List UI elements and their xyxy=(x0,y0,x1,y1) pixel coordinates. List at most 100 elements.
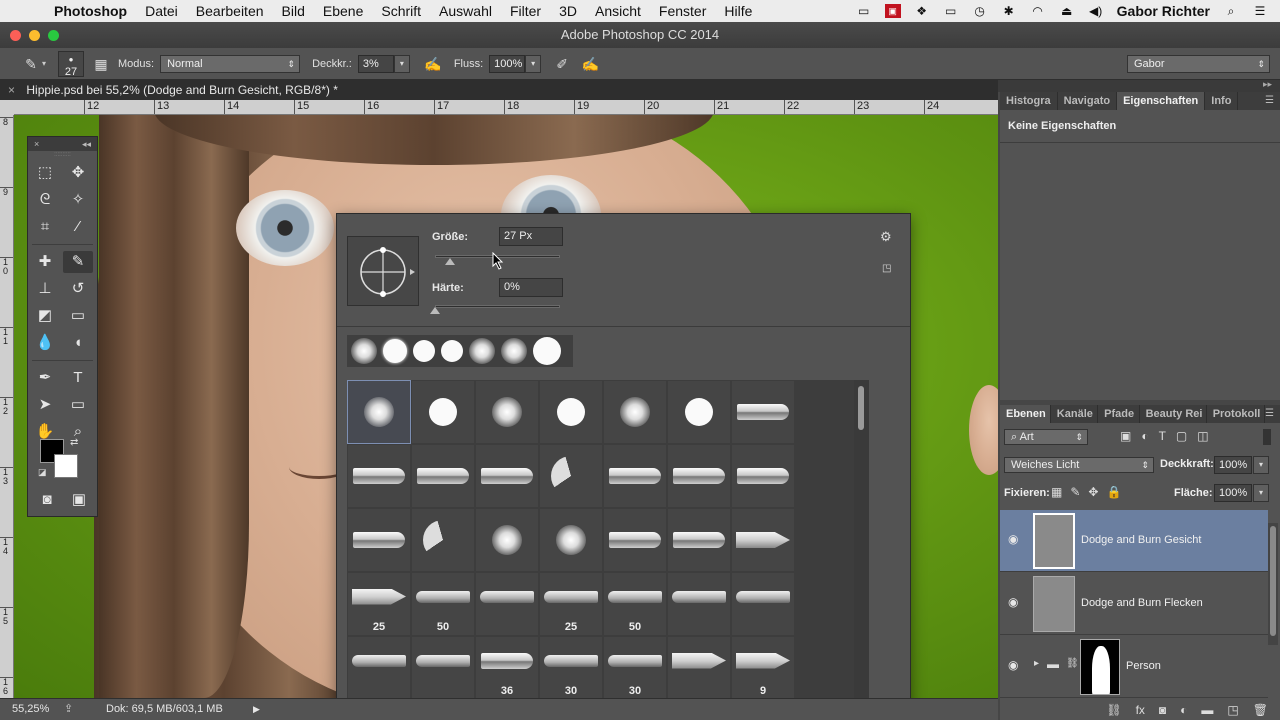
quick-selection-tool-icon[interactable]: ✧ xyxy=(63,189,93,211)
recent-brush[interactable] xyxy=(413,340,435,362)
flow-dropdown[interactable]: ▾ xyxy=(525,54,542,73)
brush-preset[interactable] xyxy=(411,508,475,572)
brush-preset[interactable] xyxy=(667,380,731,444)
recent-brush[interactable] xyxy=(533,337,561,365)
pressure-opacity-icon[interactable]: ✍ xyxy=(422,53,444,75)
status-menu-arrow-icon[interactable]: ▶ xyxy=(253,699,260,720)
vertical-ruler[interactable]: 8 9 1 0 1 1 1 2 1 3 1 4 1 5 1 6 xyxy=(0,115,14,698)
fill-input[interactable]: 100% xyxy=(1214,484,1252,502)
tab-info[interactable]: Info xyxy=(1205,92,1239,110)
tab-navigator[interactable]: Navigato xyxy=(1058,92,1118,110)
layers-scrollbar[interactable] xyxy=(1268,523,1278,645)
link-layers-icon[interactable]: ⛓ xyxy=(1106,703,1121,717)
layer-opacity-dropdown[interactable]: ▾ xyxy=(1253,456,1269,474)
healing-brush-tool-icon[interactable]: ✚ xyxy=(30,251,60,273)
opacity-input[interactable]: 3% xyxy=(357,54,394,73)
adobe-icon[interactable]: ▣ xyxy=(884,4,901,18)
pen-tool-icon[interactable]: ✒ xyxy=(30,367,60,389)
brush-preset[interactable] xyxy=(603,508,667,572)
layer-person[interactable]: ◉ ▸ ▬ ⛓ Person xyxy=(1000,636,1268,698)
gradient-tool-icon[interactable]: ▭ xyxy=(63,305,93,327)
brush-preset[interactable] xyxy=(347,444,411,508)
mask-thumbnail[interactable] xyxy=(1080,639,1120,695)
blend-mode-select[interactable]: Weiches Licht xyxy=(1004,457,1154,473)
brush-preset[interactable] xyxy=(731,508,795,572)
recent-brush[interactable] xyxy=(383,339,407,363)
recent-brush[interactable] xyxy=(441,340,463,362)
brush-preset[interactable] xyxy=(411,444,475,508)
crop-tool-icon[interactable]: ⌗ xyxy=(30,216,60,238)
tab-histogram[interactable]: Histogra xyxy=(1000,92,1058,110)
layer-dodge-burn-gesicht[interactable]: ◉ Dodge and Burn Gesicht xyxy=(1000,510,1268,572)
user-name[interactable]: Gabor Richter xyxy=(1117,3,1210,19)
menu-3d[interactable]: 3D xyxy=(559,3,577,19)
brush-preset[interactable] xyxy=(539,508,603,572)
brush-preset[interactable]: 30 xyxy=(603,636,667,700)
group-expand-icon[interactable]: ▸ xyxy=(1034,658,1039,669)
mode-select[interactable]: Normal xyxy=(160,54,301,73)
brush-preset[interactable] xyxy=(539,380,603,444)
adjustment-layer-icon[interactable]: ◐ xyxy=(1180,703,1187,717)
blur-tool-icon[interactable]: 💧 xyxy=(30,332,60,354)
screen-mode-icon[interactable]: ▣ xyxy=(64,489,94,511)
brush-preset[interactable] xyxy=(347,636,411,700)
brush-preset[interactable]: 25 xyxy=(539,572,603,636)
new-preset-icon[interactable]: ◳ xyxy=(882,263,891,274)
zoom-window-button[interactable] xyxy=(48,30,59,41)
menu-ebene[interactable]: Ebene xyxy=(323,3,363,19)
brush-preset[interactable]: 9 xyxy=(731,636,795,700)
zoom-readout[interactable]: 55,25% xyxy=(12,699,49,720)
display-icon[interactable]: ▭ xyxy=(856,4,872,18)
visibility-eye-icon[interactable]: ◉ xyxy=(1008,658,1024,672)
brush-preset[interactable]: 50 xyxy=(411,572,475,636)
time-machine-icon[interactable]: ◷ xyxy=(972,4,988,18)
spotlight-icon[interactable]: ⌕ xyxy=(1223,4,1239,18)
tab-history[interactable]: Protokoll xyxy=(1207,405,1266,423)
dropbox-icon[interactable]: ❖ xyxy=(914,4,930,18)
toolbox-grip[interactable]: :::::::::: xyxy=(28,151,97,159)
layer-dodge-burn-flecken[interactable]: ◉ Dodge and Burn Flecken xyxy=(1000,573,1268,635)
visibility-eye-icon[interactable]: ◉ xyxy=(1008,595,1024,609)
airplay-icon[interactable]: ▭ xyxy=(943,4,959,18)
toolbox-collapse-icon[interactable]: ◂◂ xyxy=(82,137,91,151)
close-document-icon[interactable]: × xyxy=(8,83,15,97)
background-color-swatch[interactable] xyxy=(54,454,78,478)
layer-style-icon[interactable]: fx xyxy=(1136,703,1145,717)
menu-filter[interactable]: Filter xyxy=(510,3,541,19)
brush-preset[interactable]: 30 xyxy=(539,636,603,700)
recent-brush[interactable] xyxy=(469,338,495,364)
marquee-tool-icon[interactable]: ⬚ xyxy=(30,162,60,184)
recent-brush[interactable] xyxy=(351,338,377,364)
delete-layer-icon[interactable]: 🗑 xyxy=(1253,703,1268,717)
hardness-input[interactable]: 0% xyxy=(499,278,563,297)
fill-dropdown[interactable]: ▾ xyxy=(1253,484,1269,502)
layers-menu-icon[interactable]: ☰ xyxy=(1265,405,1280,423)
brush-preset[interactable] xyxy=(603,380,667,444)
brush-preset[interactable]: 36 xyxy=(475,636,539,700)
dodge-tool-icon[interactable]: ◖ xyxy=(63,332,93,354)
menu-ansicht[interactable]: Ansicht xyxy=(595,3,641,19)
swap-colors-icon[interactable]: ⇄ xyxy=(70,437,78,448)
layer-filter-select[interactable]: ⌕ Art xyxy=(1004,429,1088,445)
brush-preset[interactable] xyxy=(475,508,539,572)
brush-preset[interactable] xyxy=(731,572,795,636)
bluetooth-icon[interactable]: ✱ xyxy=(1001,4,1017,18)
flow-input[interactable]: 100% xyxy=(489,54,526,73)
brush-preset[interactable]: 25 xyxy=(347,572,411,636)
toolbox-close-icon[interactable]: × xyxy=(34,137,39,151)
export-icon[interactable]: ⇪ xyxy=(64,699,73,720)
hardness-slider-thumb[interactable] xyxy=(430,307,440,314)
new-group-icon[interactable]: ▬ xyxy=(1201,703,1213,717)
close-window-button[interactable] xyxy=(10,30,21,41)
brush-preset[interactable] xyxy=(667,444,731,508)
menu-hilfe[interactable]: Hilfe xyxy=(724,3,752,19)
layer-filter-icons[interactable]: ▣◐T▢◫ xyxy=(1120,429,1219,443)
rectangle-tool-icon[interactable]: ▭ xyxy=(63,394,93,416)
tab-properties[interactable]: Eigenschaften xyxy=(1117,92,1206,110)
tool-preset-chevron-icon[interactable]: ▾ xyxy=(42,59,46,68)
eject-icon[interactable]: ⏏ xyxy=(1059,4,1075,18)
visibility-eye-icon[interactable]: ◉ xyxy=(1008,532,1024,546)
tab-channels[interactable]: Kanäle xyxy=(1051,405,1099,423)
volume-icon[interactable]: ◀) xyxy=(1088,4,1104,18)
tab-layers[interactable]: Ebenen xyxy=(1000,405,1051,423)
